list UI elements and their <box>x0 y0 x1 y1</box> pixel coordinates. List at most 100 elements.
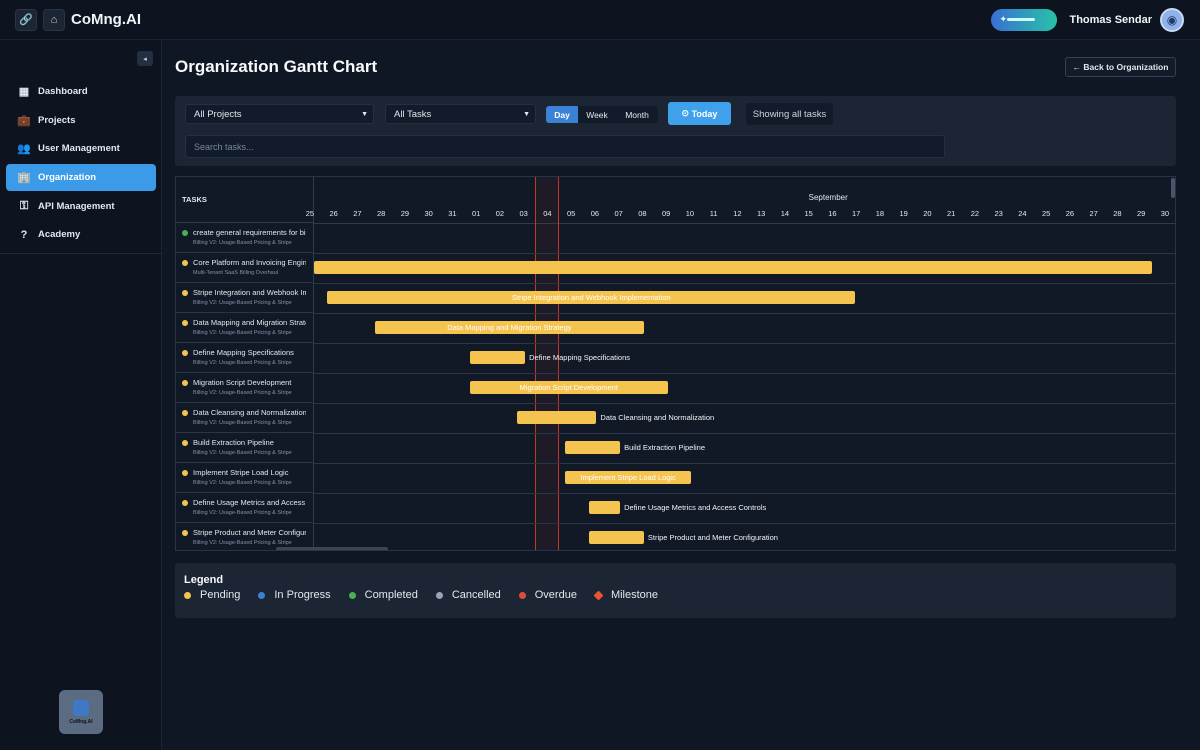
legend-label: Overdue <box>534 589 577 601</box>
day-label: 11 <box>709 209 718 218</box>
sidebar-item-user-management[interactable]: 👥 User Management <box>6 135 156 162</box>
task-select[interactable]: All Tasks ▼ <box>385 104 536 124</box>
day-label: 23 <box>994 209 1003 218</box>
task-select-value: All Tasks <box>394 108 432 120</box>
task-row[interactable]: Data Mapping and Migration Strategy Billi… <box>176 313 313 343</box>
day-label: 04 <box>543 209 552 218</box>
day-label: 18 <box>875 209 885 218</box>
day-label: 22 <box>970 209 980 218</box>
task-row[interactable]: Core Platform and Invoicing Engine Multi-… <box>176 253 313 283</box>
task-project: Billing V2: Usage-Based Pricing & Stripe <box>193 240 292 246</box>
gantt-row-line <box>314 373 1175 374</box>
day-label: 30 <box>424 209 433 218</box>
sidebar-item-academy[interactable]: ? Academy <box>6 221 156 248</box>
sparkle-icon: ✦ <box>999 14 1008 24</box>
showing-filter-badge[interactable]: Showing all tasks <box>746 103 833 125</box>
sidebar-item-dashboard[interactable]: ▦ Dashboard <box>6 78 156 105</box>
chevron-down-icon: ▼ <box>361 110 368 118</box>
dot-icon <box>184 591 191 599</box>
gantt-chart: TASKS create general requirements for bi… <box>175 176 1176 551</box>
day-label: 03 <box>519 209 528 218</box>
view-month-button[interactable]: Month <box>616 106 658 123</box>
gantt-bar[interactable] <box>588 531 644 544</box>
gantt-bar[interactable] <box>564 441 621 454</box>
task-row[interactable]: Define Usage Metrics and Access Controls… <box>176 493 313 523</box>
legend-label: Milestone <box>610 589 659 601</box>
task-name: Data Mapping and Migration Strategy <box>193 318 306 327</box>
app-title[interactable]: CoMng.AI <box>71 11 141 28</box>
vertical-scrollbar[interactable] <box>1171 178 1175 198</box>
gantt-bar-label: Migration Script Development <box>519 383 618 392</box>
sidebar-item-api-management[interactable]: ⚿ API Management <box>6 193 156 220</box>
sidebar-item-organization[interactable]: 🏢 Organization <box>6 164 156 192</box>
project-select[interactable]: All Projects ▼ <box>185 104 374 124</box>
avatar[interactable]: ◉ <box>1160 7 1184 32</box>
user-name[interactable]: Thomas Sendar <box>1069 14 1152 26</box>
task-list: TASKS create general requirements for bi… <box>176 177 314 550</box>
dot-icon <box>518 591 526 599</box>
diamond-icon <box>593 590 604 600</box>
view-week-button[interactable]: Week <box>578 106 616 123</box>
gantt-timeline[interactable]: September 25 26 27 28 29 30 31 01 02 03 04 05 06 07 08… <box>306 177 1175 550</box>
task-row[interactable]: Data Cleansing and Normalization Billing … <box>176 403 313 433</box>
view-day-button[interactable]: Day <box>546 106 578 123</box>
gantt-bar[interactable] <box>517 411 597 424</box>
today-button[interactable]: ⊙ Today <box>668 102 731 125</box>
task-row[interactable]: create general requirements for billing B… <box>176 223 313 253</box>
legend-label: Pending <box>200 589 241 601</box>
gantt-bar[interactable] <box>588 501 621 514</box>
gantt-row-line <box>314 343 1175 344</box>
gantt-row-line <box>314 433 1175 434</box>
day-label: 27 <box>353 209 362 218</box>
day-label: 14 <box>780 209 790 218</box>
task-row[interactable]: Stripe Integration and Webhook Implement… <box>176 283 313 313</box>
day-label: 19 <box>899 209 908 218</box>
task-project: Billing V2: Usage-Based Pricing & Stripe <box>193 510 292 516</box>
task-row[interactable]: Implement Stripe Load Logic Billing V2: U… <box>176 463 313 493</box>
gantt-bar-label: Define Usage Metrics and Access Controls <box>624 503 767 512</box>
task-project: Billing V2: Usage-Based Pricing & Stripe <box>193 420 292 426</box>
legend-item-cancelled: Cancelled <box>435 589 501 601</box>
status-dot <box>182 470 188 476</box>
day-label: 26 <box>329 209 338 218</box>
task-project: Multi-Tenant SaaS Billing Overhaul <box>193 270 278 276</box>
horizontal-scrollbar[interactable] <box>276 547 388 550</box>
status-dot <box>182 440 188 446</box>
task-name: Data Cleansing and Normalization <box>193 408 306 417</box>
legend: Legend Pending In Progress Completed Cancel… <box>175 563 1176 618</box>
gantt-bar-label: Build Extraction Pipeline <box>624 443 706 452</box>
gantt-bar[interactable] <box>314 261 1153 274</box>
task-name: create general requirements for billing <box>193 228 306 237</box>
brand-logo[interactable]: CoMng.AI <box>59 690 103 734</box>
task-row[interactable]: Migration Script Development Billing V2: … <box>176 373 313 403</box>
sidebar-item-label: API Management <box>38 200 115 212</box>
search-input[interactable]: Search tasks... <box>185 135 945 158</box>
collapse-sidebar-button[interactable]: ◂ <box>137 51 153 66</box>
day-label: 02 <box>495 209 505 218</box>
status-dot <box>182 230 188 236</box>
logo-mark-icon <box>73 699 89 716</box>
day-label: 15 <box>804 209 813 218</box>
day-label: 26 <box>1065 209 1075 218</box>
sidebar-item-projects[interactable]: 💼 Projects <box>6 107 156 134</box>
task-row[interactable]: Build Extraction Pipeline Billing V2: Usa… <box>176 433 313 463</box>
key-icon: ⚿ <box>19 199 29 212</box>
task-row[interactable]: Define Mapping Specifications Billing V2:… <box>176 343 313 373</box>
day-label: 17 <box>851 209 861 218</box>
link-icon[interactable]: 🔗 <box>15 8 37 31</box>
day-label: 06 <box>590 209 600 218</box>
status-dot <box>182 530 188 536</box>
home-icon[interactable]: ⌂ <box>43 8 65 31</box>
gantt-bar[interactable] <box>469 351 526 364</box>
dot-icon <box>258 591 266 599</box>
day-label: 25 <box>305 209 315 218</box>
day-label: 10 <box>685 209 695 218</box>
gantt-row-line <box>314 313 1175 314</box>
status-dot <box>182 320 188 326</box>
back-to-organization-button[interactable]: ← Back to Organization <box>1065 57 1176 77</box>
gantt-row-line <box>314 463 1175 464</box>
sidebar-nav: ▦ Dashboard 💼 Projects 👥 User Management 🏢 Orga… <box>6 78 156 250</box>
gantt-bar-label: Implement Stripe Load Logic <box>580 473 676 482</box>
ai-assistant-toggle[interactable]: ✦ <box>991 8 1058 31</box>
day-label: 28 <box>1113 209 1122 218</box>
